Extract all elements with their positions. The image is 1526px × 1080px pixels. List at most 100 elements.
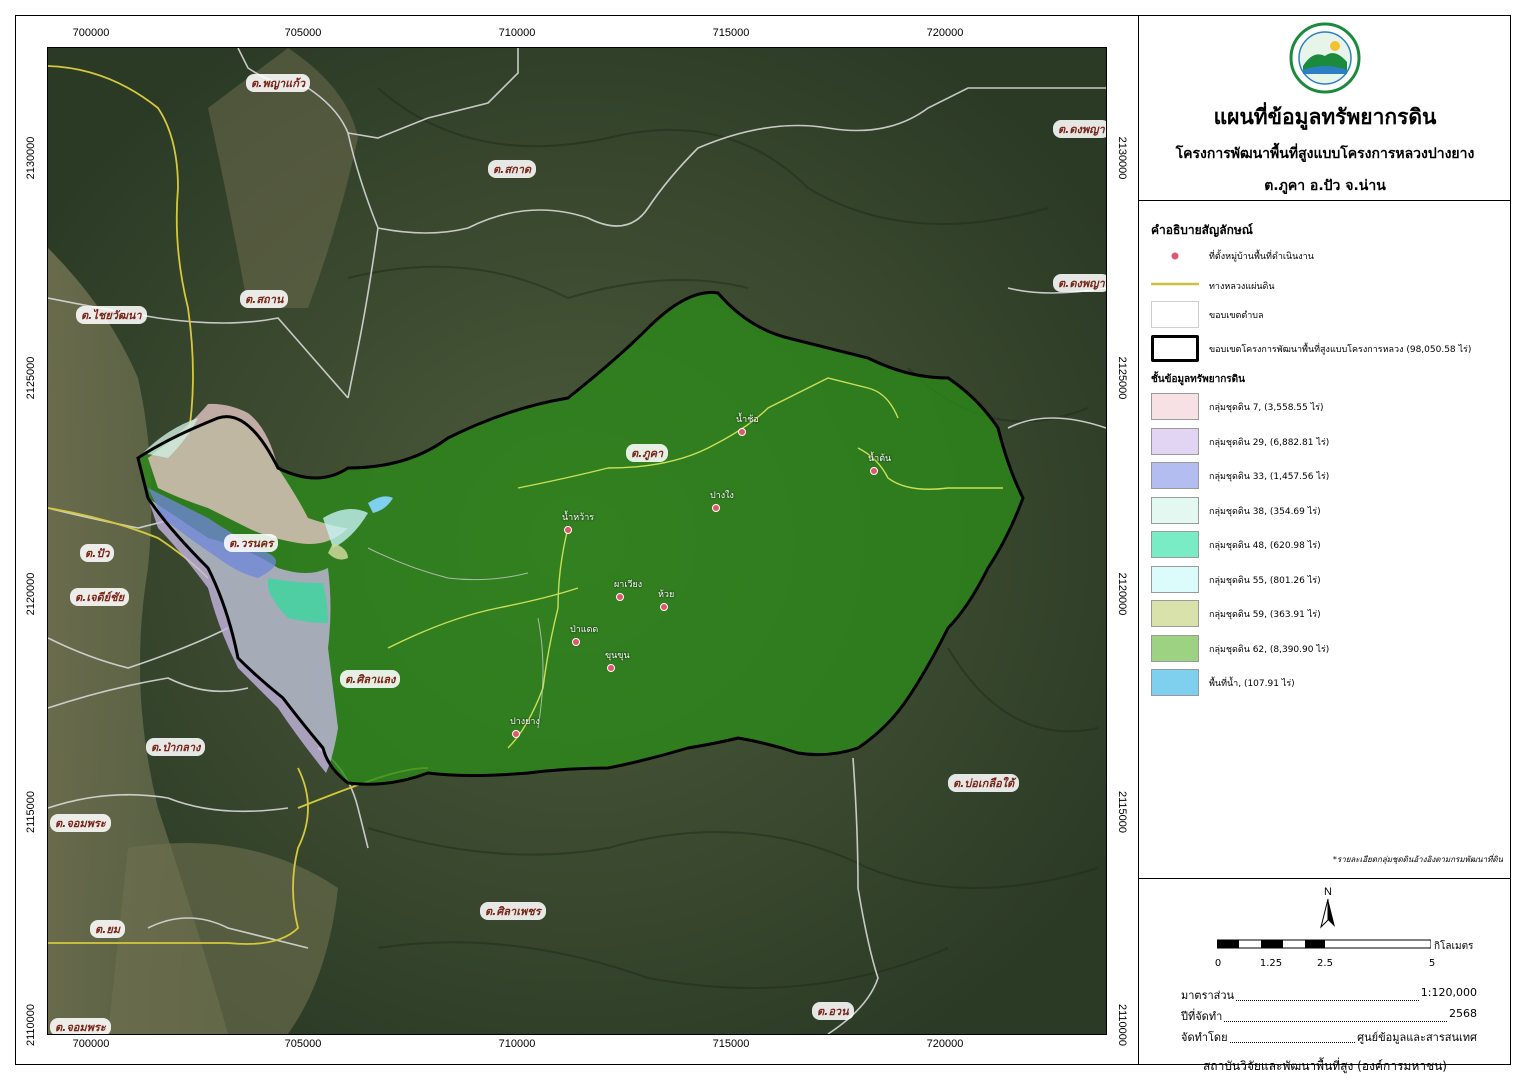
legend-item-highway: ทางหลวงแผ่นดิน [1151,276,1506,304]
village-point-icon[interactable] [512,730,520,738]
scale-tick: 0 [1214,958,1222,969]
soil-reference-note: *รายละเอียดกลุ่มชุดดินอ้างอิงตามกรมพัฒนา… [1332,855,1503,864]
soil-legend-label: พื้นที่น้ำ, (107.91 ไร่) [1209,679,1295,689]
info-year-row: ปีที่จัดทำ 2568 [1181,1007,1477,1025]
soil-legend-label: กลุ่มชุดดิน 59, (363.91 ไร่) [1209,610,1321,620]
village-point-icon[interactable] [607,664,615,672]
subdistrict-label: ต.ปัว [80,544,115,562]
soil-color-swatch [1151,462,1199,489]
village-label: น้ำช้อ [736,415,759,425]
info-author-value: ศูนย์ข้อมูลและสารสนเทศ [1357,1031,1477,1044]
subdistrict-label: ต.ดงพญา [1053,120,1106,138]
subdistrict-label: ต.วรนคร [224,534,279,552]
y-coordinate-tick-left: 2120000 [25,572,37,616]
subdistrict-label: ต.ภูคา [626,444,669,462]
village-point-icon[interactable] [616,593,624,601]
legend-item-subdistrict-boundary: ขอบเขตตำบล [1151,301,1506,329]
village-label: น้ำหว้าร [562,513,595,523]
y-coordinate-tick-right: 2110000 [1116,1003,1128,1047]
soil-legend-label: กลุ่มชุดดิน 38, (354.69 ไร่) [1209,506,1321,517]
scale-tick: 2.5 [1317,958,1333,969]
title-block: แผนที่ข้อมูลทรัพยากรดิน โครงการพัฒนาพื้น… [1139,15,1511,201]
scale-unit: กิโลเมตร [1434,941,1474,952]
scale-tick: 1.25 [1259,958,1283,969]
dotted-leader [1224,1007,1447,1022]
y-coordinate-tick-right: 2120000 [1116,572,1128,616]
village-label: ห้วย [658,590,675,600]
subdistrict-label: ต.อวน [812,1002,854,1020]
village-label: ผาเวียง [614,580,643,590]
village-point-icon[interactable] [572,638,580,646]
village-point-icon [1170,251,1180,261]
y-coordinate-tick-left: 2125000 [25,356,37,400]
info-author-row: จัดทำโดย ศูนย์ข้อมูลและสารสนเทศ [1181,1028,1477,1046]
soil-legend-label: กลุ่มชุดดิน 29, (6,882.81 ไร่) [1209,437,1330,448]
soil-legend-item: กลุ่มชุดดิน 7, (3,558.55 ไร่) [1151,393,1506,421]
x-coordinate-tick-top: 710000 [498,27,536,39]
y-coordinate-tick-left: 2130000 [25,136,37,180]
highway-line-icon [1151,282,1199,286]
soil-legend-item: กลุ่มชุดดิน 55, (801.26 ไร่) [1151,565,1506,594]
village-label: ขุนขุน [605,651,630,661]
soil-legend-item: กลุ่มชุดดิน 48, (620.98 ไร่) [1151,531,1506,559]
subdistrict-boundary-icon [1151,301,1199,328]
subdistrict-label: ต.ศิลาแลง [340,670,401,688]
village-label: ป่าแดด [570,625,599,635]
y-coordinate-tick-right: 2125000 [1116,356,1128,400]
x-coordinate-tick-bottom: 700000 [72,1038,110,1050]
soil-legend-item: กลุ่มชุดดิน 33, (1,457.56 ไร่) [1151,462,1506,490]
x-coordinate-tick-bottom: 715000 [712,1038,750,1050]
soil-legend-label: กลุ่มชุดดิน 62, (8,390.90 ไร่) [1209,644,1330,655]
soil-color-swatch [1151,600,1199,627]
legend-label: ขอบเขตตำบล [1209,311,1264,321]
valley-plain-southwest [108,843,338,1034]
scale-tick: 5 [1428,958,1436,969]
legend-label: ที่ตั้งหมู่บ้านพื้นที่ดำเนินงาน [1209,252,1314,262]
soil-legend-item: กลุ่มชุดดิน 62, (8,390.90 ไร่) [1151,634,1506,663]
y-coordinate-tick-right: 2130000 [1116,136,1128,180]
village-label: ปางยาง [510,717,540,727]
soil-legend-item: กลุ่มชุดดิน 29, (6,882.81 ไร่) [1151,427,1506,456]
subdistrict-label: ต.บ่อเกลือใต้ [948,774,1020,792]
map-canvas[interactable]: น้ำช้อ น้ำต้น ปางใง น้ำหว้าร ผาเวียง ห้วย ป่าแ… [47,47,1107,1035]
village-point-icon[interactable] [870,467,878,475]
subdistrict-label: ต.ศิลาเพชร [480,902,546,920]
x-coordinate-tick-bottom: 720000 [926,1038,964,1050]
soil-legend-item: พื้นที่น้ำ, (107.91 ไร่) [1151,669,1506,697]
map-title: แผนที่ข้อมูลทรัพยากรดิน [1213,105,1437,129]
project-name: โครงการพัฒนาพื้นที่สูงแบบโครงการหลวงปางย… [1175,146,1475,162]
village-label: น้ำต้น [868,454,892,464]
info-scale-label: มาตราส่วน [1181,989,1235,1002]
soil-legend-label: กลุ่มชุดดิน 33, (1,457.56 ไร่) [1209,472,1330,482]
soil-legend-heading: ชั้นข้อมูลทรัพยากรดิน [1151,374,1245,385]
x-coordinate-tick-top: 715000 [712,27,750,39]
x-coordinate-tick-top: 705000 [284,27,322,39]
scale-bar [1217,939,1431,949]
map-side-panel: แผนที่ข้อมูลทรัพยากรดิน โครงการพัฒนาพื้น… [1138,15,1511,1073]
soil-color-swatch [1151,565,1199,593]
village-point-icon[interactable] [738,428,746,436]
project-boundary-icon [1151,335,1199,362]
x-coordinate-tick-bottom: 710000 [498,1038,536,1050]
village-point-icon[interactable] [712,504,720,512]
info-year-label: ปีที่จัดทำ [1181,1010,1223,1023]
info-scale-row: มาตราส่วน 1:120,000 [1181,986,1477,1004]
subdistrict-label: ต.สกาด [488,160,537,178]
subdistrict-label: ต.ป่ากลาง [146,738,206,756]
subdistrict-label: ต.พญาแก้ว [246,74,311,92]
village-point-icon[interactable] [564,526,572,534]
legend-item-village: ที่ตั้งหมู่บ้านพื้นที่ดำเนินงาน [1151,246,1506,274]
north-arrow-icon: N [1320,886,1335,929]
info-year-value: 2568 [1449,1007,1477,1020]
dotted-leader [1229,1028,1356,1043]
subdistrict-label: ต.ยม [90,920,126,938]
soil-color-swatch [1151,427,1199,455]
village-point-icon[interactable] [660,603,668,611]
y-coordinate-tick-left: 2115000 [25,790,37,834]
legend-block: คำอธิบายสัญลักษณ์ ที่ตั้งหมู่บ้านพื้นที่… [1139,201,1511,879]
y-coordinate-tick-right: 2115000 [1116,790,1128,834]
subdistrict-label: ต.จอมพระ [50,814,111,832]
subdistrict-label: ต.สถาน [240,290,289,308]
subdistrict-label: ต.ดงพญา [1053,274,1106,292]
subdistrict-label: ต.เจดีย์ชัย [70,588,130,606]
